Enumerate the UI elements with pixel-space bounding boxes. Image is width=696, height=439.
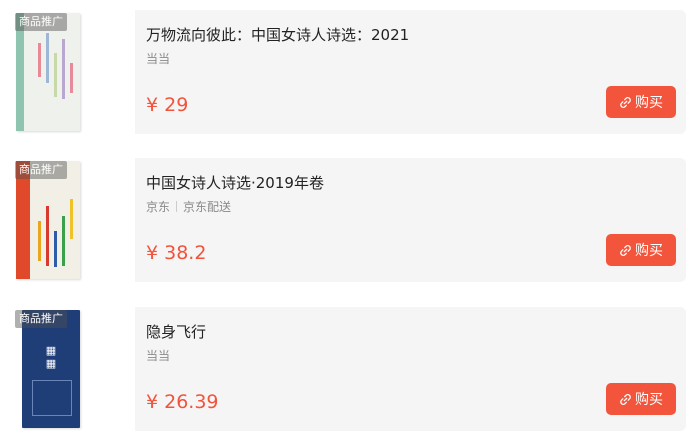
product-title[interactable]: 隐身飞行 — [146, 321, 206, 342]
store-name: 京东 — [146, 200, 171, 214]
divider — [176, 201, 178, 212]
buy-button-label: 购买 — [635, 392, 663, 408]
product-card[interactable]: 商品推广 万物流向彼此：中国女诗人诗选：2021 当当 ¥ 29 购买 — [10, 10, 686, 134]
store-info: 京东 京东配送 — [146, 198, 231, 215]
buy-button-label: 购买 — [635, 243, 663, 259]
product-title[interactable]: 万物流向彼此：中国女诗人诗选：2021 — [146, 24, 409, 45]
store-name: 当当 — [146, 349, 171, 363]
product-image[interactable]: ▦ ▦ 商品推广 — [10, 307, 135, 431]
product-price: ¥ 26.39 — [146, 391, 219, 413]
product-title[interactable]: 中国女诗人诗选·2019年卷 — [146, 172, 324, 193]
buy-button[interactable]: 购买 — [606, 234, 676, 266]
store-info: 当当 — [146, 50, 170, 67]
product-price: ¥ 38.2 — [146, 242, 207, 264]
link-icon — [620, 393, 631, 405]
buy-button-label: 购买 — [635, 95, 663, 111]
store-info: 当当 — [146, 347, 170, 364]
store-name: 当当 — [146, 52, 171, 66]
delivery-info: 京东配送 — [183, 200, 232, 214]
promo-badge: 商品推广 — [15, 310, 67, 328]
link-icon — [620, 96, 631, 108]
promo-badge: 商品推广 — [15, 13, 67, 31]
link-icon — [620, 244, 631, 256]
product-card[interactable]: ▦ ▦ 商品推广 隐身飞行 当当 ¥ 26.39 购买 — [10, 307, 686, 431]
product-image[interactable]: 商品推广 — [10, 10, 135, 134]
buy-button[interactable]: 购买 — [606, 383, 676, 415]
promo-badge: 商品推广 — [15, 161, 67, 179]
buy-button[interactable]: 购买 — [606, 86, 676, 118]
product-card[interactable]: 商品推广 中国女诗人诗选·2019年卷 京东 京东配送 ¥ 38.2 购买 — [10, 158, 686, 282]
product-image[interactable]: 商品推广 — [10, 158, 135, 282]
product-price: ¥ 29 — [146, 94, 189, 116]
